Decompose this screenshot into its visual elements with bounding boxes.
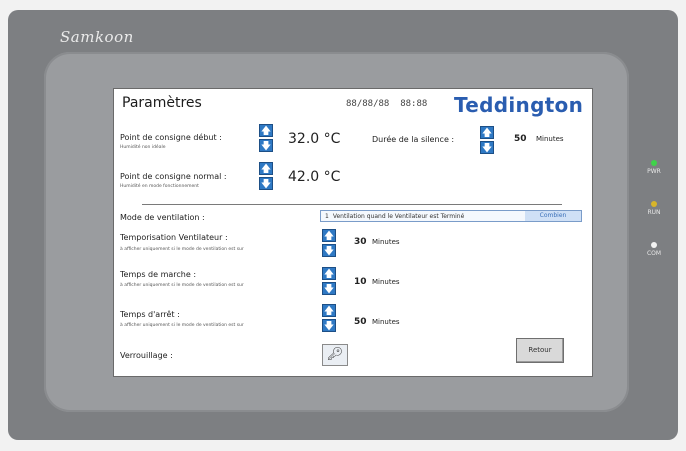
fan-delay-value[interactable]: 30 [354, 237, 367, 247]
stop-time-sublabel: à afficher uniquement si le mode de vent… [120, 323, 244, 328]
ventilation-mode-index: 1 [325, 213, 329, 220]
led-run: RUN [639, 201, 669, 216]
run-time-unit: Minutes [372, 278, 400, 286]
stop-time-value[interactable]: 50 [354, 317, 367, 327]
ventilation-mode-highlight[interactable]: Combien [525, 211, 581, 221]
brand-logo: Samkoon [60, 28, 134, 46]
silence-duration-label: Durée de la silence : [372, 135, 455, 144]
setpoint-normal-stepper[interactable]: 🡅 🡇 [259, 162, 273, 192]
arrow-down-icon[interactable]: 🡇 [259, 139, 273, 152]
led-pwr-indicator [651, 160, 657, 166]
stop-time-stepper[interactable]: 🡅 🡇 [322, 304, 336, 334]
run-time-stepper[interactable]: 🡅 🡇 [322, 267, 336, 297]
arrow-up-icon[interactable]: 🡅 [259, 124, 273, 137]
arrow-up-icon[interactable]: 🡅 [322, 304, 336, 317]
arrow-up-icon[interactable]: 🡅 [322, 267, 336, 280]
led-pwr-label: PWR [647, 168, 661, 175]
setpoint-normal-label: Point de consigne normal : [120, 172, 227, 181]
arrow-down-icon[interactable]: 🡇 [322, 244, 336, 257]
run-time-sublabel: à afficher uniquement si le mode de vent… [120, 283, 244, 288]
status-leds: PWR RUN COM [639, 160, 669, 283]
fan-delay-stepper[interactable]: 🡅 🡇 [322, 229, 336, 259]
led-pwr: PWR [639, 160, 669, 175]
arrow-up-icon[interactable]: 🡅 [322, 229, 336, 242]
silence-duration-stepper[interactable]: 🡅 🡇 [480, 126, 494, 156]
setpoint-start-label: Point de consigne début : [120, 133, 222, 142]
fan-delay-label: Temporisation Ventilateur : [120, 233, 228, 242]
stop-time-label: Temps d'arrêt : [120, 310, 180, 319]
ventilation-mode-value: Ventilation quand le Ventilateur est Ter… [332, 213, 465, 220]
time-display: 88:88 [400, 99, 428, 109]
run-time-label: Temps de marche : [120, 270, 197, 279]
led-run-label: RUN [647, 209, 661, 216]
arrow-down-icon[interactable]: 🡇 [259, 177, 273, 190]
arrow-up-icon[interactable]: 🡅 [259, 162, 273, 175]
led-run-indicator [651, 201, 657, 207]
back-button[interactable]: Retour [516, 338, 564, 363]
fan-delay-sublabel: à afficher uniquement si le mode de vent… [120, 247, 244, 252]
arrow-down-icon[interactable]: 🡇 [322, 319, 336, 332]
setpoint-normal-sublabel: Humidité en mode fonctionnement [120, 184, 199, 189]
key-icon: 🔑︎ [326, 347, 344, 362]
run-time-value[interactable]: 10 [354, 277, 367, 287]
fan-delay-unit: Minutes [372, 238, 400, 246]
section-divider [142, 204, 562, 205]
silence-duration-unit: Minutes [536, 135, 564, 143]
page-title: Paramètres [122, 95, 202, 111]
led-com: COM [639, 242, 669, 257]
lock-button[interactable]: 🔑︎ [322, 344, 348, 366]
arrow-up-icon[interactable]: 🡅 [480, 126, 494, 139]
lock-label: Verrouillage : [120, 351, 173, 360]
silence-duration-value[interactable]: 50 [514, 134, 527, 144]
ventilation-mode-select[interactable]: 1 Ventilation quand le Ventilateur est Te… [320, 210, 582, 222]
arrow-down-icon[interactable]: 🡇 [322, 282, 336, 295]
setpoint-normal-value[interactable]: 42.0 °C [288, 169, 340, 185]
setpoint-start-sublabel: Humidité non idéale [120, 145, 166, 150]
ventilation-mode-label: Mode de ventilation : [120, 213, 205, 222]
date-display: 88/88/88 [346, 99, 390, 109]
hmi-screen: Paramètres 88/88/88 88:88 Teddington Poi… [113, 88, 593, 377]
setpoint-start-value[interactable]: 32.0 °C [288, 131, 340, 147]
datetime-display: 88/88/88 88:88 [346, 99, 427, 109]
led-com-indicator [651, 242, 657, 248]
led-com-label: COM [646, 250, 662, 257]
stop-time-unit: Minutes [372, 318, 400, 326]
setpoint-start-stepper[interactable]: 🡅 🡇 [259, 124, 273, 154]
arrow-down-icon[interactable]: 🡇 [480, 141, 494, 154]
teddington-logo: Teddington [454, 93, 584, 117]
